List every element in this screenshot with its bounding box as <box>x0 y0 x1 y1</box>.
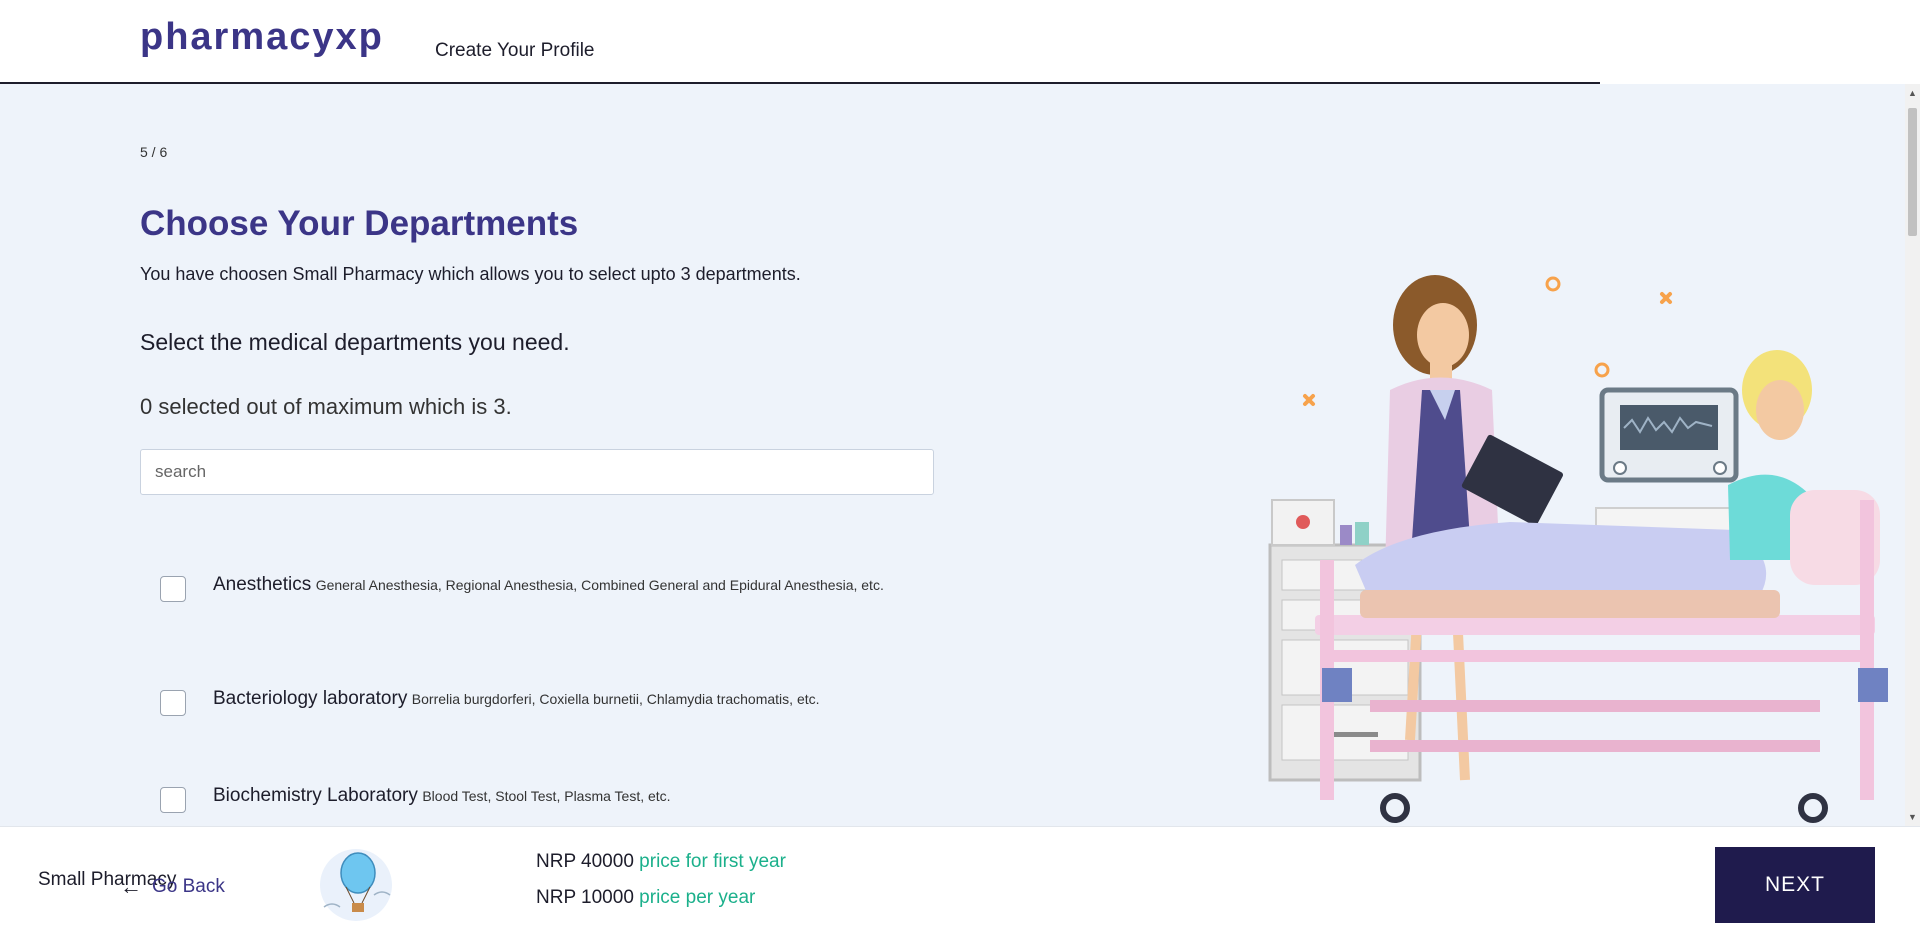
doctor-patient-illustration <box>1268 275 1888 823</box>
department-text: Anesthetics General Anesthesia, Regional… <box>213 570 913 601</box>
department-checkbox[interactable] <box>160 690 186 716</box>
top-bar: pharmacyxp Create Your Profile <box>0 0 1920 84</box>
department-name: Biochemistry Laboratory <box>213 785 418 806</box>
first-year-amount: NRP 40000 <box>536 851 634 872</box>
department-name: Anesthetics <box>213 574 312 595</box>
scroll-up-icon[interactable]: ▲ <box>1908 88 1917 98</box>
department-description: General Anesthesia, Regional Anesthesia,… <box>315 577 884 593</box>
hot-air-balloon-icon <box>320 849 392 921</box>
section-heading: Select the medical departments you need. <box>140 329 570 355</box>
brand-logo[interactable]: pharmacyxp <box>140 16 384 59</box>
page-title: Choose Your Departments <box>140 204 579 243</box>
yearly-amount: NRP 10000 <box>536 887 634 908</box>
yearly-note: price per year <box>639 887 756 908</box>
scroll-down-icon[interactable]: ▼ <box>1908 812 1917 822</box>
department-name: Bacteriology laboratory <box>213 688 408 709</box>
selection-counter: 0 selected out of maximum which is 3. <box>140 394 512 419</box>
department-description: Borrelia burgdorferi, Coxiella burnetii,… <box>411 691 820 707</box>
first-year-note: price for first year <box>639 851 786 872</box>
department-checkbox[interactable] <box>160 576 186 602</box>
page-nav-title: Create Your Profile <box>435 40 595 61</box>
search-input[interactable] <box>140 449 934 495</box>
arrow-left-icon: ← <box>120 874 142 899</box>
first-year-price: NRP 40000 price for first year <box>536 851 786 873</box>
page-scrollbar[interactable]: ▲ ▼ <box>1905 84 1920 826</box>
department-checkbox[interactable] <box>160 787 186 813</box>
go-back-label: Go Back <box>152 876 225 897</box>
footer-bar: Small Pharmacy ← Go Back NRP 40000 price… <box>0 826 1920 943</box>
department-text: Bacteriology laboratory Borrelia burgdor… <box>213 684 913 715</box>
scrollbar-thumb[interactable] <box>1908 108 1917 236</box>
yearly-price: NRP 10000 price per year <box>536 887 755 909</box>
step-indicator: 5 / 6 <box>140 144 168 160</box>
department-text: Biochemistry Laboratory Blood Test, Stoo… <box>213 781 913 812</box>
department-description: Blood Test, Stool Test, Plasma Test, etc… <box>422 788 671 804</box>
next-button[interactable]: NEXT <box>1715 847 1875 923</box>
go-back-button[interactable]: ← Go Back <box>120 874 225 900</box>
plan-description: You have choosen Small Pharmacy which al… <box>140 264 801 284</box>
